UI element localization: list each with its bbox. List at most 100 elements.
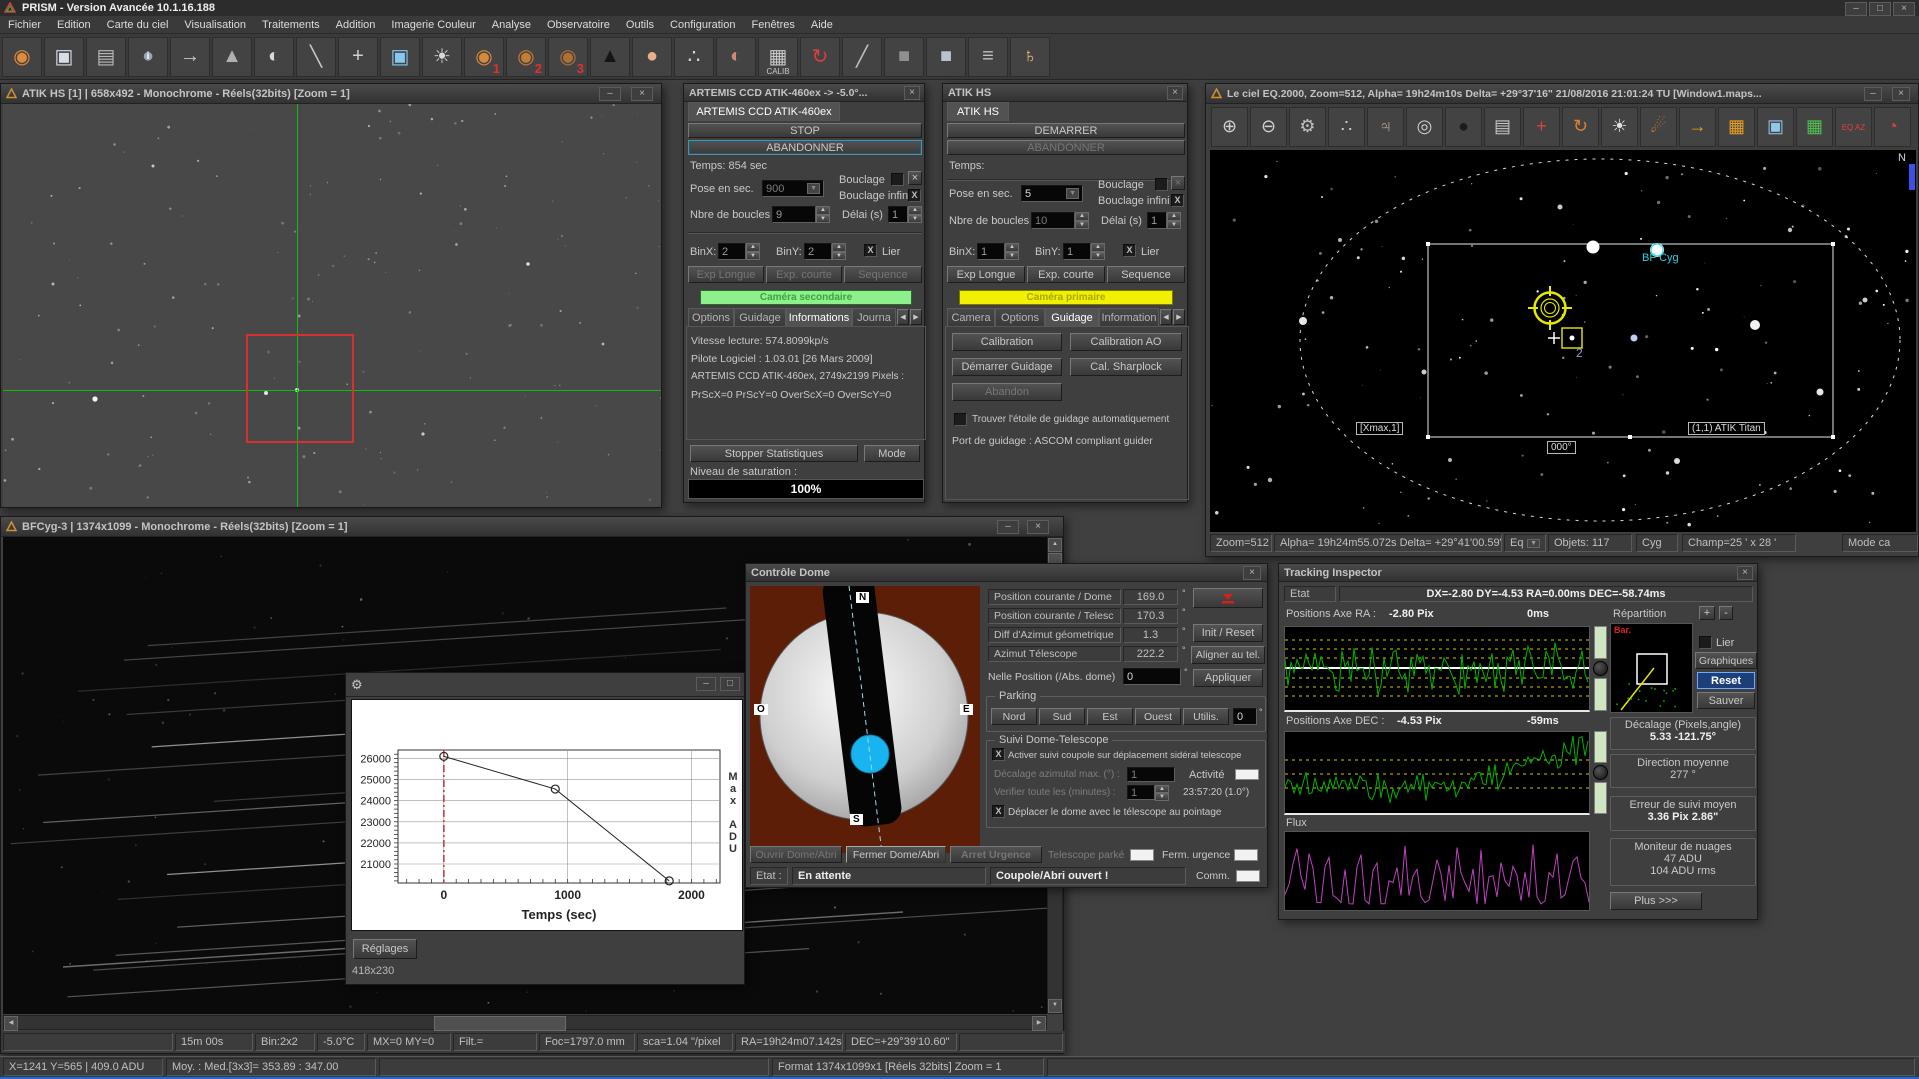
start-button[interactable]: DEMARRER [947, 123, 1185, 138]
sauver-button[interactable]: Sauver [1697, 692, 1755, 709]
menu-item-fen-tres[interactable]: Fenêtres [743, 18, 802, 32]
menu-item-imagerie-couleur[interactable]: Imagerie Couleur [383, 18, 483, 32]
verifier-input[interactable]: 1 [1127, 785, 1155, 800]
stop-button[interactable]: STOP [688, 123, 922, 138]
camera-1-icon[interactable]: ◉1 [464, 37, 504, 77]
selection-box[interactable] [246, 334, 354, 443]
minimize-icon[interactable]: – [997, 520, 1019, 534]
constellation-icon[interactable]: ∴ [1328, 107, 1365, 147]
new-position-input[interactable]: 0 [1123, 668, 1181, 685]
repartition-plus-button[interactable]: + [1699, 606, 1715, 620]
tab-scroll-right-button[interactable]: ▶ [1173, 309, 1185, 325]
flip-icon[interactable]: ↻ [1562, 107, 1599, 147]
boucles-stepper[interactable]: ▲▼ [816, 206, 830, 223]
exp-longue-button[interactable]: Exp Longue [688, 266, 764, 283]
init-reset-button[interactable]: Init / Reset [1193, 624, 1263, 642]
print-icon[interactable]: ▤ [1484, 107, 1521, 147]
binx-input[interactable]: 1 [977, 243, 1005, 260]
dash-icon[interactable]: ╱ [842, 37, 882, 77]
atik-image-canvas[interactable] [3, 104, 661, 507]
tab-camera[interactable]: Camera [947, 308, 995, 326]
parking-est[interactable]: Est [1087, 708, 1133, 725]
parking-utilis[interactable]: Utilis. [1183, 708, 1229, 725]
reset-button[interactable]: Reset [1697, 672, 1755, 689]
move-dome-checkbox[interactable]: X [992, 805, 1005, 818]
abort-button[interactable]: ABANDONNER [947, 140, 1185, 155]
boucles-input[interactable]: 10 [1031, 212, 1075, 229]
close-icon[interactable]: × [1737, 566, 1753, 580]
disc-wrench-icon[interactable]: ◐ [716, 37, 756, 77]
biny-input[interactable]: 1 [1063, 243, 1091, 260]
chevron-down-icon[interactable]: ▼ [1527, 539, 1540, 548]
bouclage-infini-checkbox[interactable]: X [1171, 194, 1184, 207]
cal-sharplock-button[interactable]: Cal. Sharplock [1070, 358, 1182, 376]
close-icon[interactable]: × [631, 87, 653, 101]
exp-longue-button[interactable]: Exp Longue [947, 266, 1025, 283]
cube-light-icon[interactable]: ■ [926, 37, 966, 77]
verifier-stepper[interactable]: ▲▼ [1155, 785, 1169, 800]
menu-item-fichier[interactable]: Fichier [0, 18, 49, 32]
image-overlay-icon[interactable]: ▣ [1757, 107, 1794, 147]
grid-icon[interactable]: ▦ [1796, 107, 1833, 147]
saturn-icon[interactable]: ♄ [1010, 37, 1050, 77]
menu-item-traitements[interactable]: Traitements [254, 18, 328, 32]
measure-icon[interactable]: ≡ [968, 37, 1008, 77]
parking-position-input[interactable]: 0 [1233, 708, 1257, 725]
lier-checkbox[interactable]: X [1123, 244, 1136, 257]
ra-graph-scale-slider[interactable] [1593, 626, 1608, 712]
stopper-statistiques-button[interactable]: Stopper Statistiques [690, 445, 858, 462]
lier-checkbox[interactable]: X [864, 244, 877, 257]
tab-options[interactable]: Options [688, 308, 734, 326]
tab-journal[interactable]: Journa [852, 308, 896, 326]
horizontal-scrollbar[interactable]: ◀ ▶ [3, 1015, 1047, 1030]
scrollbar-thumb[interactable] [434, 1016, 566, 1031]
minimize-icon[interactable]: – [1864, 87, 1882, 101]
zoom-in-icon[interactable]: ⊕ [1211, 107, 1248, 147]
park-dome-button[interactable] [1193, 588, 1263, 608]
chart-titlebar[interactable]: ⚙ – □ [346, 673, 744, 697]
star-burst-icon[interactable]: ☀ [1601, 107, 1638, 147]
sky-map[interactable]: BF Cyg 2 [Xmax,1] 000° (1,1) ATIK Titan … [1210, 150, 1916, 532]
delai-stepper[interactable]: ▲▼ [908, 206, 922, 223]
pose-select[interactable]: 5 ▼ [1021, 185, 1083, 202]
phase-icon[interactable]: ◐ [254, 37, 294, 77]
mode-button[interactable]: Mode [864, 445, 920, 462]
chevron-down-icon[interactable]: ▼ [807, 183, 820, 194]
pose-select[interactable]: 900 ▼ [762, 180, 824, 197]
parking-sud[interactable]: Sud [1039, 708, 1085, 725]
close-icon[interactable]: × [1243, 566, 1261, 580]
plus-more-button[interactable]: Plus >>> [1610, 892, 1702, 910]
reglages-button[interactable]: Réglages [353, 939, 417, 959]
comet-icon[interactable]: ☄ [1640, 107, 1677, 147]
atikhs-titlebar[interactable]: ATIK HS × [943, 84, 1187, 102]
zoom-out-icon[interactable]: ⊖ [1250, 107, 1287, 147]
menu-item-addition[interactable]: Addition [328, 18, 384, 32]
tab-scroll-right-button[interactable]: ▶ [910, 309, 922, 325]
lier-checkbox[interactable] [1699, 636, 1712, 649]
tab-information[interactable]: Information [1099, 308, 1159, 326]
exp-courte-button[interactable]: Exp. courte [766, 266, 842, 283]
binx-stepper[interactable]: ▲▼ [1005, 243, 1019, 260]
binx-stepper[interactable]: ▲▼ [746, 243, 760, 260]
tab-scroll-left-button[interactable]: ◀ [897, 309, 909, 325]
cube-icon[interactable]: ■ [884, 37, 924, 77]
gears-icon[interactable]: ⚙ [1289, 107, 1326, 147]
maximize-icon[interactable]: □ [720, 677, 740, 691]
globe-icon[interactable]: ◎ [1406, 107, 1443, 147]
emergency-stop-button[interactable]: Arret Urgence [950, 846, 1042, 863]
binx-input[interactable]: 2 [718, 243, 746, 260]
close-icon[interactable]: × [1892, 87, 1910, 101]
sequence-button[interactable]: Sequence [1107, 266, 1185, 283]
camera-2-icon[interactable]: ◉2 [506, 37, 546, 77]
abort-button[interactable]: ABANDONNER [688, 140, 922, 155]
parking-nord[interactable]: Nord [991, 708, 1037, 725]
bouclage-infini-checkbox[interactable]: X [908, 189, 921, 202]
open-dome-button[interactable]: Ouvrir Dome/Abri [750, 846, 842, 863]
wand-icon[interactable]: + [338, 37, 378, 77]
close-icon[interactable]: × [1167, 86, 1183, 100]
menu-item-outils[interactable]: Outils [618, 18, 662, 32]
graphiques-button[interactable]: Graphiques [1695, 652, 1757, 669]
bfcyg-titlebar[interactable]: BFCyg-3 | 1374x1099 - Monochrome - Réels… [1, 517, 1063, 537]
target-slew-icon[interactable]: + [1523, 107, 1560, 147]
apply-button[interactable]: Appliquer [1193, 669, 1263, 687]
